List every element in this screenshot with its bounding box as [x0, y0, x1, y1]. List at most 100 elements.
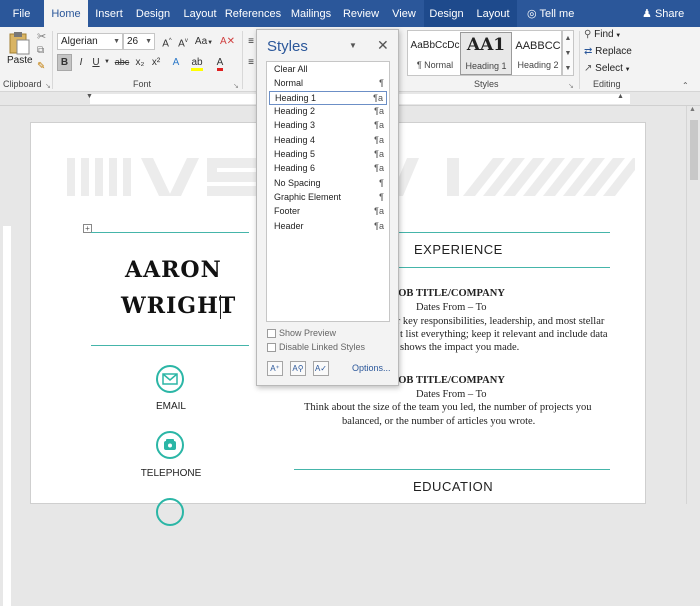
bold-button[interactable]: B	[57, 54, 72, 71]
close-icon[interactable]: ✕	[377, 37, 389, 54]
shrink-font-button[interactable]: Av	[176, 33, 190, 50]
style-item-heading-6[interactable]: Heading 6 ¶a	[269, 162, 387, 176]
job1-desc-1[interactable]: your key responsibilities, leadership, a…	[381, 316, 604, 327]
scroll-up-icon[interactable]: ▲	[689, 106, 696, 113]
tab-references[interactable]: References	[224, 0, 282, 27]
collapse-ribbon-icon[interactable]: ⌃	[682, 81, 689, 90]
style-item-heading-3[interactable]: Heading 3 ¶a	[269, 119, 387, 133]
style-item-clear-all[interactable]: Clear All	[269, 63, 387, 77]
underline-button[interactable]: U	[89, 54, 103, 71]
telephone-icon	[156, 431, 184, 459]
chevron-down-icon[interactable]: ▼	[145, 34, 152, 49]
scroll-thumb[interactable]	[690, 120, 698, 180]
experience-heading[interactable]: EXPERIENCE	[414, 242, 503, 257]
job2-title[interactable]: JOB TITLE/COMPANY	[393, 375, 505, 386]
strikethrough-button[interactable]: abc	[113, 54, 131, 71]
options-link[interactable]: Options...	[352, 363, 391, 373]
copy-icon[interactable]: ⧉	[37, 45, 44, 56]
vertical-ruler[interactable]	[0, 106, 14, 606]
style-item-header[interactable]: Header ¶a	[269, 220, 387, 234]
align-left-icon[interactable]: ≡	[246, 54, 256, 71]
job2-desc-1[interactable]: Think about the size of the team you led…	[304, 402, 592, 413]
clear-formatting-icon[interactable]: A✕	[220, 33, 235, 50]
show-preview-checkbox[interactable]	[267, 329, 276, 338]
disable-linked-checkbox[interactable]	[267, 343, 276, 352]
cut-icon[interactable]: ✂	[37, 30, 46, 43]
style-item-heading-2[interactable]: Heading 2 ¶a	[269, 105, 387, 119]
style-item-label: Heading 5	[274, 149, 316, 159]
style-inspector-icon[interactable]: A⚲	[290, 361, 306, 376]
education-heading[interactable]: EDUCATION	[413, 479, 493, 494]
job2-dates[interactable]: Dates From – To	[416, 389, 487, 400]
find-button[interactable]: ⚲ Find ▼	[584, 29, 621, 40]
highlight-color-icon[interactable]: ab	[188, 54, 206, 71]
chevron-down-icon[interactable]: ▼	[103, 54, 111, 71]
indent-marker-icon[interactable]: ▼	[86, 93, 93, 100]
tab-design[interactable]: Design	[131, 0, 175, 27]
style-normal-tile[interactable]: AaBbCcDc ¶ Normal	[409, 32, 461, 75]
lightbulb-icon: ◎	[527, 8, 537, 20]
style-item-heading-4[interactable]: Heading 4 ¶a	[269, 134, 387, 148]
italic-button[interactable]: I	[74, 54, 88, 71]
vertical-scrollbar[interactable]: ▲	[686, 106, 700, 504]
job1-desc-3[interactable]: shows the impact you made.	[400, 342, 519, 353]
manage-styles-icon[interactable]: A✓	[313, 361, 329, 376]
tab-mailings[interactable]: Mailings	[285, 0, 337, 27]
font-name-box[interactable]: Algerian ▼	[57, 33, 123, 50]
chevron-down-icon[interactable]: ▼	[349, 41, 357, 50]
job1-desc-2[interactable]: t list everything; keep it relevant and …	[400, 329, 608, 340]
replace-button[interactable]: ⇄ Replace	[584, 46, 632, 57]
gallery-scroll[interactable]: ▲ ▼ ▼	[562, 30, 574, 76]
style-item-graphic-element[interactable]: Graphic Element ¶	[269, 191, 387, 205]
change-case-label: Aa	[194, 36, 208, 47]
style-item-footer[interactable]: Footer ¶a	[269, 205, 387, 219]
tab-home[interactable]: Home	[44, 0, 88, 27]
tab-layout[interactable]: Layout	[178, 0, 222, 27]
font-launcher-icon[interactable]: ↘	[233, 82, 239, 90]
telephone-label[interactable]: TELEPHONE	[121, 468, 221, 479]
tab-view[interactable]: View	[384, 0, 424, 27]
subscript-button[interactable]: x₂	[133, 54, 147, 71]
job1-dates[interactable]: Dates From – To	[416, 302, 487, 313]
style-item-no-spacing[interactable]: No Spacing ¶	[269, 177, 387, 191]
job2-desc-2[interactable]: balanced, or the number of articles you …	[342, 416, 535, 427]
style-item-heading-1[interactable]: Heading 1 ¶a	[269, 91, 387, 105]
right-indent-icon[interactable]: ▲	[617, 93, 624, 100]
styles-pane-title: Styles	[267, 38, 308, 55]
name-last[interactable]: WRIGHT	[121, 293, 236, 319]
style-item-label: Normal	[274, 78, 304, 88]
tab-table-layout[interactable]: Layout	[469, 0, 517, 27]
tab-table-design[interactable]: Design	[424, 0, 469, 27]
select-button[interactable]: ↗ Select ▼	[584, 63, 631, 74]
email-label[interactable]: EMAIL	[121, 401, 221, 412]
styles-launcher-icon[interactable]: ↘	[568, 82, 574, 90]
replace-label: Replace	[595, 46, 632, 57]
grow-font-button[interactable]: A^	[160, 33, 174, 50]
tab-insert[interactable]: Insert	[89, 0, 129, 27]
job1-title[interactable]: JOB TITLE/COMPANY	[393, 288, 505, 299]
tab-review[interactable]: Review	[340, 0, 382, 27]
style-heading1-tile[interactable]: AA1 Heading 1	[460, 32, 512, 75]
style-item-heading-5[interactable]: Heading 5 ¶a	[269, 148, 387, 162]
chevron-down-icon[interactable]: ▼	[113, 34, 120, 49]
style-name: Heading 2	[517, 60, 559, 70]
share-button[interactable]: ♟ Share	[642, 0, 684, 27]
text-effects-icon[interactable]: A	[168, 54, 184, 71]
format-painter-icon[interactable]: ✎	[37, 61, 45, 72]
font-size-box[interactable]: 26 ▼	[123, 33, 155, 50]
new-style-icon[interactable]: A⁺	[267, 361, 283, 376]
superscript-button[interactable]: x²	[149, 54, 163, 71]
font-color-icon[interactable]: A	[212, 54, 228, 71]
paste-icon[interactable]	[7, 31, 31, 55]
linked-style-icon: ¶a	[374, 135, 384, 145]
paste-button[interactable]: Paste	[7, 55, 33, 66]
clipboard-launcher-icon[interactable]: ↘	[45, 82, 51, 90]
tab-file[interactable]: File	[0, 0, 43, 27]
paragraph-icon: ¶	[379, 78, 384, 88]
bullets-icon[interactable]: ≡	[246, 33, 256, 50]
name-first[interactable]: AARON	[125, 257, 222, 283]
tell-me-box[interactable]: ◎ Tell me	[527, 0, 574, 27]
style-heading2-tile[interactable]: AABBCC Heading 2	[512, 32, 564, 75]
change-case-button[interactable]: Aa▼	[193, 33, 215, 50]
style-item-normal[interactable]: Normal ¶	[269, 77, 387, 91]
